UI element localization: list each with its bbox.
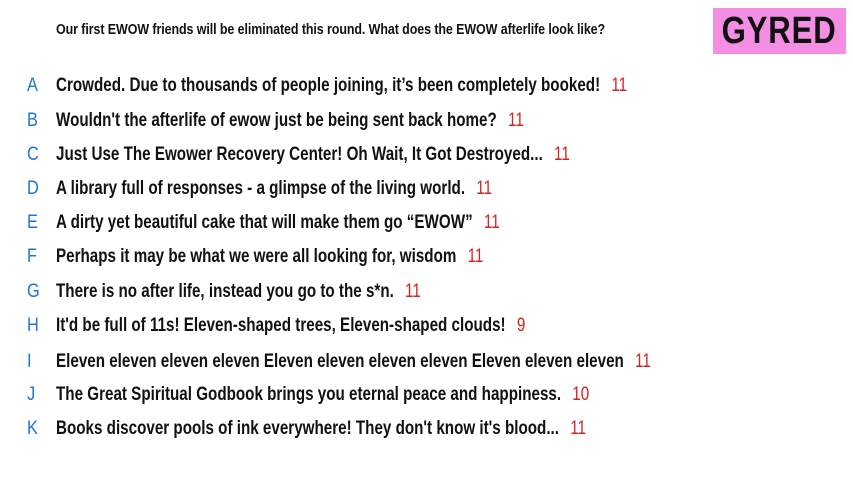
response-row: J The Great Spiritual Godbook brings you… bbox=[0, 381, 853, 409]
response-count: 11 bbox=[611, 75, 628, 96]
response-line: The Great Spiritual Godbook brings you e… bbox=[56, 381, 589, 409]
response-letter: J bbox=[27, 384, 36, 405]
response-letter: G bbox=[27, 281, 40, 302]
response-row: K Books discover pools of ink everywhere… bbox=[0, 415, 853, 443]
response-text: Just Use The Ewower Recovery Center! Oh … bbox=[56, 144, 543, 165]
response-count: 11 bbox=[467, 246, 484, 267]
response-line: Eleven eleven eleven eleven Eleven eleve… bbox=[56, 348, 651, 376]
response-text: Books discover pools of ink everywhere! … bbox=[56, 418, 560, 439]
response-count: 11 bbox=[508, 110, 524, 131]
response-count: 11 bbox=[476, 178, 493, 199]
response-line: Books discover pools of ink everywhere! … bbox=[56, 415, 586, 443]
response-row: A Crowded. Due to thousands of people jo… bbox=[0, 72, 853, 100]
response-row: F Perhaps it may be what we were all loo… bbox=[0, 243, 853, 271]
response-letter: D bbox=[27, 178, 39, 199]
response-count: 11 bbox=[635, 351, 651, 372]
response-line: It'd be full of 11s! Eleven-shaped trees… bbox=[56, 312, 525, 340]
response-letter: B bbox=[27, 110, 38, 131]
response-text: It'd be full of 11s! Eleven-shaped trees… bbox=[56, 315, 506, 336]
response-count: 10 bbox=[572, 384, 590, 405]
response-count: 11 bbox=[570, 418, 586, 439]
response-text: Crowded. Due to thousands of people join… bbox=[56, 75, 601, 96]
response-line: Wouldn't the afterlife of ewow just be b… bbox=[56, 107, 524, 135]
response-row: C Just Use The Ewower Recovery Center! O… bbox=[0, 141, 853, 169]
response-line: Crowded. Due to thousands of people join… bbox=[56, 72, 627, 100]
response-letter: K bbox=[27, 418, 38, 439]
response-line: A dirty yet beautiful cake that will mak… bbox=[56, 209, 500, 237]
response-letter: I bbox=[27, 351, 32, 372]
response-count: 9 bbox=[516, 315, 526, 336]
response-line: There is no after life, instead you go t… bbox=[56, 278, 421, 306]
response-letter: A bbox=[27, 75, 38, 96]
response-row: I Eleven eleven eleven eleven Eleven ele… bbox=[0, 348, 853, 376]
response-text: A dirty yet beautiful cake that will mak… bbox=[56, 212, 473, 233]
response-line: A library full of responses - a glimpse … bbox=[56, 175, 492, 203]
response-count: 11 bbox=[554, 144, 570, 165]
response-text: Wouldn't the afterlife of ewow just be b… bbox=[56, 110, 497, 131]
response-row: H It'd be full of 11s! Eleven-shaped tre… bbox=[0, 312, 853, 340]
response-letter: F bbox=[27, 246, 37, 267]
response-text: Eleven eleven eleven eleven Eleven eleve… bbox=[56, 351, 624, 372]
response-text: Perhaps it may be what we were all looki… bbox=[56, 246, 457, 267]
response-line: Just Use The Ewower Recovery Center! Oh … bbox=[56, 141, 570, 169]
response-count: 11 bbox=[405, 281, 421, 302]
response-text: The Great Spiritual Godbook brings you e… bbox=[56, 384, 562, 405]
response-row: E A dirty yet beautiful cake that will m… bbox=[0, 209, 853, 237]
response-line: Perhaps it may be what we were all looki… bbox=[56, 243, 483, 271]
response-letter: E bbox=[27, 212, 38, 233]
response-letter: H bbox=[27, 315, 39, 336]
response-text: A library full of responses - a glimpse … bbox=[56, 178, 466, 199]
response-row: B Wouldn't the afterlife of ewow just be… bbox=[0, 107, 853, 135]
response-row: D A library full of responses - a glimps… bbox=[0, 175, 853, 203]
response-count: 11 bbox=[483, 212, 500, 233]
response-row: G There is no after life, instead you go… bbox=[0, 278, 853, 306]
response-text: There is no after life, instead you go t… bbox=[56, 281, 394, 302]
response-letter: C bbox=[27, 144, 39, 165]
response-list: A Crowded. Due to thousands of people jo… bbox=[0, 0, 853, 480]
